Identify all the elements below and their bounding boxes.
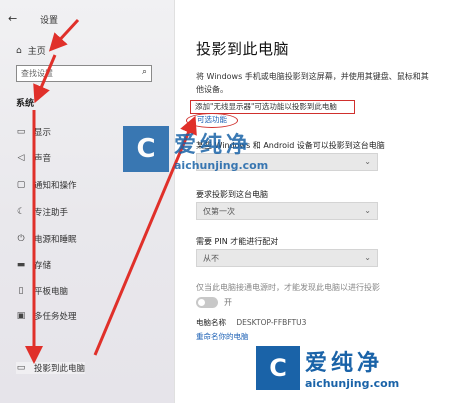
sidebar-item-multitasking[interactable]: ▣ 多任务处理: [16, 310, 77, 322]
back-icon[interactable]: ←: [8, 12, 17, 25]
sidebar-item-label: 专注助手: [34, 208, 69, 218]
storage-icon: ▬: [16, 260, 26, 270]
sidebar-item-label: 多任务处理: [34, 312, 77, 322]
sidebar-item-label: 通知和操作: [34, 181, 77, 191]
setting-power-label: 仅当此电脑接通电源时，才能发现此电脑以进行投影: [196, 283, 380, 292]
monitor-icon: ▭: [16, 127, 26, 137]
speaker-icon: ◁: [17, 153, 25, 163]
settings-sidebar: ← 设置 ⌂ 主页 查找设置 ⌕ 系统 ▭ 显示 ◁ 声音 ▢ 通知和操作 ☾ …: [0, 0, 175, 403]
sidebar-item-power[interactable]: ⏻ 电源和睡眠: [16, 233, 77, 245]
pc-name-row: 电脑名称 DESKTOP-FFBFTU3: [196, 317, 306, 328]
home-label: 主页: [27, 47, 46, 57]
tablet-icon: ▯: [18, 286, 24, 296]
sidebar-item-display[interactable]: ▭ 显示: [16, 126, 51, 138]
optional-feature-tip: 添加"无线显示器"可选功能以投影到此电脑: [190, 100, 355, 114]
sidebar-item-focus-assist[interactable]: ☾ 专注助手: [16, 206, 68, 218]
sidebar-item-project-to-pc[interactable]: ▭ 投影到此电脑: [16, 362, 86, 374]
setting-pin-dropdown[interactable]: 从不 ⌄: [196, 249, 378, 267]
sidebar-item-label: 显示: [34, 128, 52, 138]
power-icon: ⏻: [17, 234, 25, 244]
watermark-url: aichunjing.com: [305, 377, 400, 390]
rename-pc-link[interactable]: 重命名你的电脑: [196, 331, 249, 342]
watermark-bottom: C 爱纯净 aichunjing.com: [256, 345, 399, 390]
page-title: 投影到此电脑: [196, 40, 290, 58]
chevron-down-icon: ⌄: [364, 157, 371, 166]
toggle-label: 开: [224, 298, 232, 307]
moon-icon: ☾: [16, 207, 26, 217]
pc-name-value: DESKTOP-FFBFTU3: [236, 318, 307, 327]
power-toggle[interactable]: [196, 297, 218, 308]
sidebar-item-label: 电源和睡眠: [34, 235, 77, 245]
dropdown-value: 仅第一次: [203, 207, 235, 216]
watermark-url: aichunjing.com: [174, 158, 269, 172]
home-icon: ⌂: [16, 45, 22, 56]
power-toggle-row[interactable]: 开: [196, 297, 232, 308]
setting-ask-label: 要求投影到这台电脑: [196, 190, 268, 199]
watermark-name: 爱纯净: [305, 351, 384, 376]
sidebar-item-label: 投影到此电脑: [34, 364, 86, 374]
watermark-logo-icon: C: [256, 345, 300, 390]
search-placeholder: 查找设置: [21, 69, 53, 78]
message-icon: ▢: [16, 180, 26, 190]
search-input[interactable]: 查找设置 ⌕: [16, 65, 152, 82]
sidebar-item-sound[interactable]: ◁ 声音: [16, 152, 51, 164]
dropdown-value: 从不: [203, 254, 219, 263]
chevron-down-icon: ⌄: [364, 206, 371, 215]
chevron-down-icon: ⌄: [364, 253, 371, 262]
multitask-icon: ▣: [16, 311, 26, 321]
sidebar-item-notifications[interactable]: ▢ 通知和操作: [16, 179, 77, 191]
section-title: 系统: [16, 99, 35, 109]
sidebar-item-tablet[interactable]: ▯ 平板电脑: [16, 285, 69, 297]
setting-ask-dropdown[interactable]: 仅第一次 ⌄: [196, 202, 378, 220]
watermark-center: C 爱纯净 aichunjing.com: [123, 126, 268, 172]
project-icon: ▭: [16, 363, 26, 373]
sidebar-item-storage[interactable]: ▬ 存储: [16, 259, 51, 271]
setting-pin-label: 需要 PIN 才能进行配对: [196, 237, 279, 246]
sidebar-item-label: 存储: [34, 261, 52, 271]
app-title: 设置: [40, 16, 59, 26]
watermark-name: 爱纯净: [174, 132, 253, 158]
sidebar-item-label: 平板电脑: [34, 287, 69, 297]
pc-name-label: 电脑名称: [196, 318, 226, 327]
page-description: 将 Windows 手机或电脑投影到这屏幕，并使用其键盘、鼠标和其他设备。: [196, 72, 429, 94]
sidebar-item-label: 声音: [34, 154, 52, 164]
search-icon[interactable]: ⌕: [142, 67, 147, 78]
watermark-logo-icon: C: [123, 126, 169, 172]
sidebar-item-home[interactable]: ⌂ 主页: [16, 44, 46, 58]
